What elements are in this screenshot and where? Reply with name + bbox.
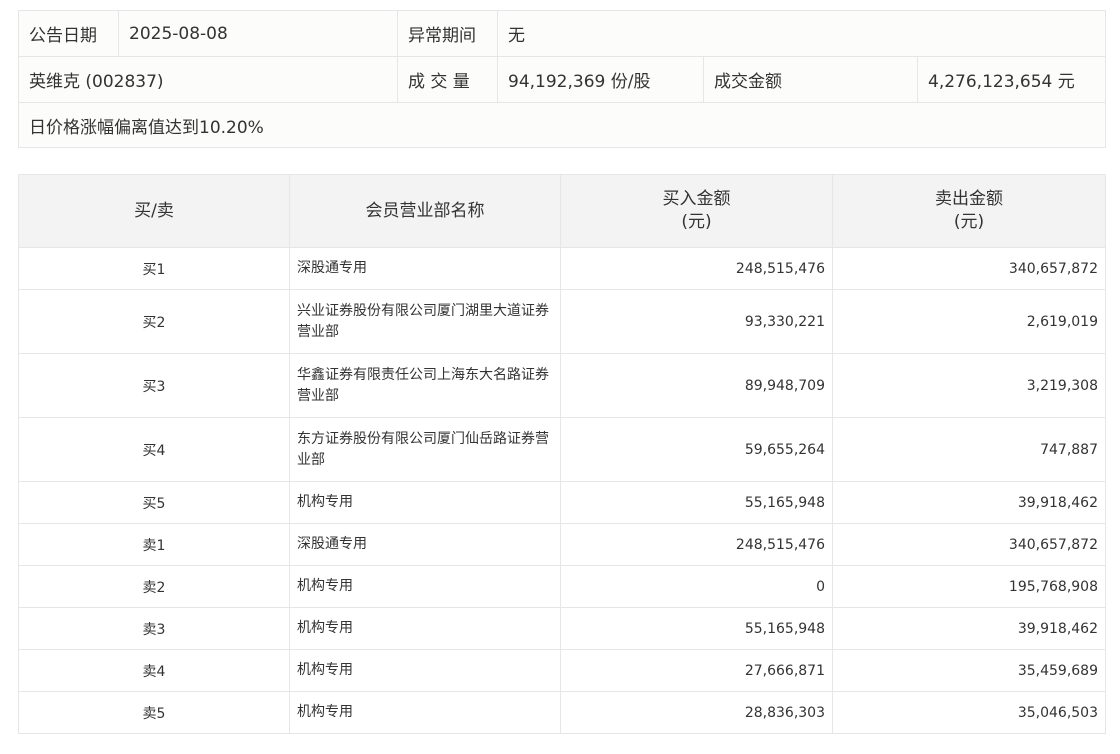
announce-date-label: 公告日期 (18, 10, 119, 57)
stock-name: 英维克 (002837) (18, 56, 398, 103)
row-buy-amount: 28,836,303 (560, 691, 833, 734)
table-row: 买2 兴业证券股份有限公司厦门湖里大道证券营业部 93,330,221 2,61… (18, 289, 1106, 354)
table-row: 买1 深股通专用 248,515,476 340,657,872 (18, 247, 1106, 290)
volume-value: 94,192,369 份/股 (497, 56, 704, 103)
row-branch-name: 机构专用 (289, 649, 561, 692)
table-row: 卖4 机构专用 27,666,871 35,459,689 (18, 649, 1106, 692)
header-side: 买/卖 (18, 174, 290, 248)
row-sell-amount: 39,918,462 (832, 481, 1106, 524)
row-sell-amount: 2,619,019 (832, 289, 1106, 354)
row-sell-amount: 195,768,908 (832, 565, 1106, 608)
row-sell-amount: 340,657,872 (832, 247, 1106, 290)
row-branch-name: 机构专用 (289, 481, 561, 524)
row-branch-name: 华鑫证券有限责任公司上海东大名路证券营业部 (289, 353, 561, 418)
announcement-info-table: 公告日期 2025-08-08 异常期间 无 英维克 (002837) 成 交 … (17, 10, 1107, 148)
header-sell-amount: 卖出金额 (元) (832, 174, 1106, 248)
info-row-stock: 英维克 (002837) 成 交 量 94,192,369 份/股 成交金额 4… (18, 56, 1107, 103)
row-side: 买4 (18, 417, 290, 482)
row-buy-amount: 55,165,948 (560, 607, 833, 650)
row-buy-amount: 248,515,476 (560, 247, 833, 290)
row-branch-name: 机构专用 (289, 691, 561, 734)
row-sell-amount: 35,459,689 (832, 649, 1106, 692)
row-branch-name: 深股通专用 (289, 523, 561, 566)
abnormal-reason: 日价格涨幅偏离值达到10.20% (17, 102, 1107, 148)
table-row: 买4 东方证券股份有限公司厦门仙岳路证券营业部 59,655,264 747,8… (18, 417, 1106, 482)
page-container: 公告日期 2025-08-08 异常期间 无 英维克 (002837) 成 交 … (17, 10, 1107, 734)
row-branch-name: 东方证券股份有限公司厦门仙岳路证券营业部 (289, 417, 561, 482)
row-sell-amount: 340,657,872 (832, 523, 1106, 566)
row-side: 买2 (18, 289, 290, 354)
row-side: 卖1 (18, 523, 290, 566)
row-side: 买3 (18, 353, 290, 418)
trading-detail-table: 买/卖 会员营业部名称 买入金额 (元) 卖出金额 (元) 买1 深股通专用 2… (18, 174, 1106, 734)
row-side: 买5 (18, 481, 290, 524)
row-buy-amount: 0 (560, 565, 833, 608)
row-side: 卖5 (18, 691, 290, 734)
row-sell-amount: 3,219,308 (832, 353, 1106, 418)
table-row: 买3 华鑫证券有限责任公司上海东大名路证券营业部 89,948,709 3,21… (18, 353, 1106, 418)
row-branch-name: 机构专用 (289, 565, 561, 608)
table-row: 卖5 机构专用 28,836,303 35,046,503 (18, 691, 1106, 734)
turnover-value: 4,276,123,654 元 (916, 56, 1107, 103)
info-row-reason: 日价格涨幅偏离值达到10.20% (17, 102, 1107, 148)
table-row: 卖1 深股通专用 248,515,476 340,657,872 (18, 523, 1106, 566)
abnormal-period-label: 异常期间 (397, 10, 498, 57)
table-row: 卖2 机构专用 0 195,768,908 (18, 565, 1106, 608)
row-buy-amount: 59,655,264 (560, 417, 833, 482)
row-buy-amount: 55,165,948 (560, 481, 833, 524)
row-branch-name: 兴业证券股份有限公司厦门湖里大道证券营业部 (289, 289, 561, 354)
header-branch-name: 会员营业部名称 (289, 174, 561, 248)
row-branch-name: 深股通专用 (289, 247, 561, 290)
row-sell-amount: 747,887 (832, 417, 1106, 482)
volume-label: 成 交 量 (397, 56, 498, 103)
table-row: 买5 机构专用 55,165,948 39,918,462 (18, 481, 1106, 524)
row-buy-amount: 27,666,871 (560, 649, 833, 692)
row-side: 卖3 (18, 607, 290, 650)
row-branch-name: 机构专用 (289, 607, 561, 650)
row-side: 买1 (18, 247, 290, 290)
row-side: 卖4 (18, 649, 290, 692)
row-buy-amount: 89,948,709 (560, 353, 833, 418)
header-buy-amount: 买入金额 (元) (560, 174, 833, 248)
detail-header-row: 买/卖 会员营业部名称 买入金额 (元) 卖出金额 (元) (18, 174, 1106, 248)
table-row: 卖3 机构专用 55,165,948 39,918,462 (18, 607, 1106, 650)
row-sell-amount: 35,046,503 (832, 691, 1106, 734)
announce-date-value: 2025-08-08 (118, 10, 398, 57)
row-side: 卖2 (18, 565, 290, 608)
row-sell-amount: 39,918,462 (832, 607, 1106, 650)
abnormal-period-value: 无 (496, 10, 1107, 57)
info-row-date: 公告日期 2025-08-08 异常期间 无 (18, 10, 1107, 57)
turnover-label: 成交金额 (703, 56, 918, 103)
row-buy-amount: 93,330,221 (560, 289, 833, 354)
row-buy-amount: 248,515,476 (560, 523, 833, 566)
